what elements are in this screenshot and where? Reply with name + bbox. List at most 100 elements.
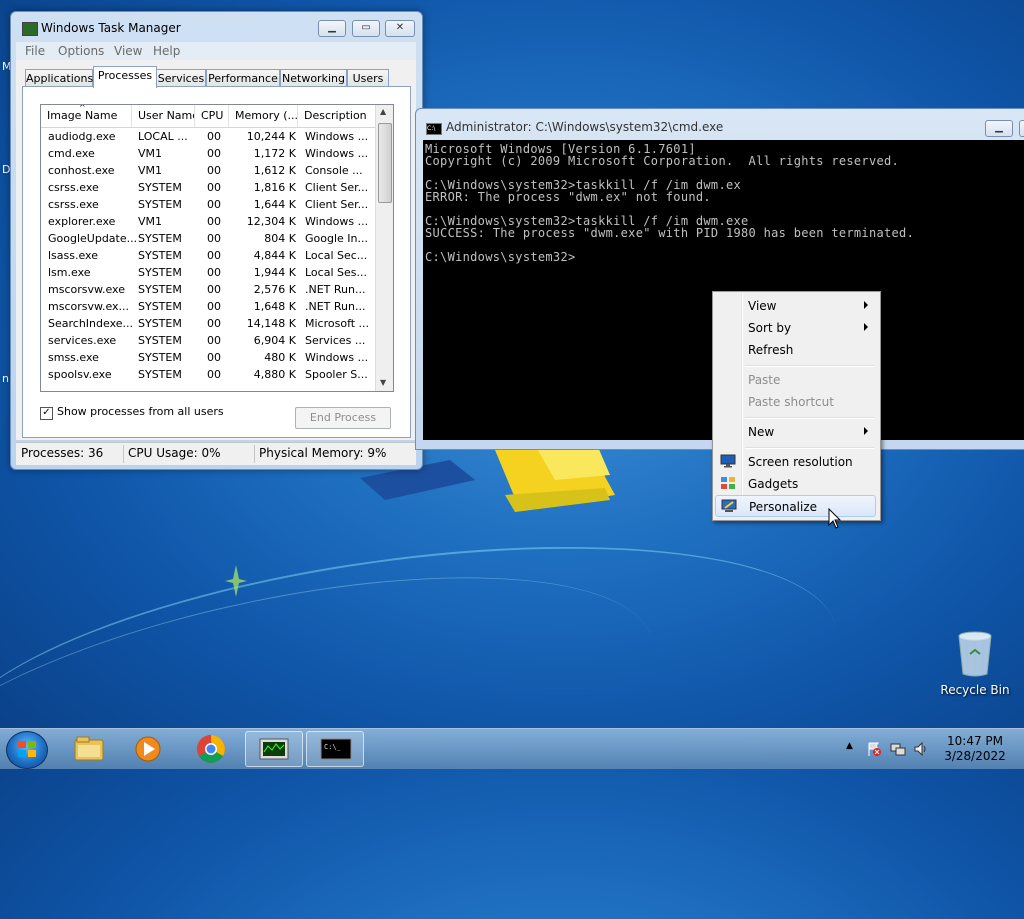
menu-item-sort-by[interactable]: Sort by [715, 317, 876, 339]
column-header-memory[interactable]: Memory (... [229, 105, 298, 127]
cell-memory: 4,844 K [253, 249, 296, 262]
tab-applications[interactable]: Applications [25, 69, 93, 87]
cell-description: Spooler S... [305, 368, 368, 381]
cell-image-name: GoogleUpdate... [48, 232, 136, 245]
column-header-description[interactable]: Description [298, 105, 375, 127]
menu-item-paste-shortcut[interactable]: Paste shortcut [715, 391, 876, 413]
menu-item-refresh[interactable]: Refresh [715, 339, 876, 361]
cell-user-name: VM1 [138, 164, 163, 177]
cell-memory: 1,648 K [253, 300, 296, 313]
tab-processes[interactable]: Processes [93, 66, 157, 88]
menu-item-new[interactable]: New [715, 421, 876, 443]
table-row[interactable]: explorer.exe VM1 00 12,304 K Windows ... [41, 213, 375, 230]
table-row[interactable]: lsm.exe SYSTEM 00 1,944 K Local Ses... [41, 264, 375, 281]
volume-icon[interactable] [913, 741, 929, 757]
cell-user-name: SYSTEM [138, 368, 182, 381]
table-row[interactable]: SearchIndexe... SYSTEM 00 14,148 K Microsoft… [41, 315, 375, 332]
table-row[interactable]: csrss.exe SYSTEM 00 1,644 K Client Ser... [41, 196, 375, 213]
menu-help[interactable]: Help [153, 44, 180, 58]
end-process-button[interactable]: End Process [295, 407, 391, 429]
tab-networking[interactable]: Networking [280, 69, 347, 87]
scroll-down-icon[interactable]: ▼ [380, 378, 386, 387]
cell-cpu: 00 [207, 266, 221, 279]
show-hidden-icons-icon[interactable]: ▲ [846, 741, 853, 751]
task-manager-icon [259, 738, 289, 760]
table-row[interactable]: cmd.exe VM1 00 1,172 K Windows ... [41, 145, 375, 162]
tab-services[interactable]: Services [156, 69, 206, 87]
show-all-users-checkbox[interactable]: ✓ [40, 407, 53, 420]
menu-bar: File Options View Help [16, 42, 416, 60]
sort-arrow-icon: ^ [79, 105, 86, 112]
cell-cpu: 00 [207, 300, 221, 313]
table-row[interactable]: services.exe SYSTEM 00 6,904 K Services ... [41, 332, 375, 349]
cell-user-name: SYSTEM [138, 249, 182, 262]
close-button[interactable]: ✕ [385, 20, 415, 37]
table-row[interactable]: mscorsvw.ex... SYSTEM 00 1,648 K .NET Run... [41, 298, 375, 315]
scroll-up-icon[interactable]: ▲ [380, 107, 386, 116]
cell-cpu: 00 [207, 181, 221, 194]
cell-memory: 1,612 K [253, 164, 296, 177]
cell-description: Console ... [305, 164, 363, 177]
table-row[interactable]: mscorsvw.exe SYSTEM 00 2,576 K .NET Run... [41, 281, 375, 298]
menu-item-paste[interactable]: Paste [715, 369, 876, 391]
column-header-image-name[interactable]: Image Name ^ [41, 105, 132, 127]
menu-item-label: Personalize [749, 500, 818, 514]
taskbar-cmd[interactable]: C:\_ [306, 731, 364, 767]
column-header-cpu[interactable]: CPU [195, 105, 229, 127]
task-manager-icon [22, 22, 38, 36]
table-row[interactable]: smss.exe SYSTEM 00 480 K Windows ... [41, 349, 375, 366]
tab-users[interactable]: Users [347, 69, 389, 87]
taskbar-media-player[interactable] [119, 731, 177, 767]
menu-file[interactable]: File [25, 44, 45, 58]
task-manager-body: Applications Processes Services Performa… [16, 60, 416, 440]
tab-performance[interactable]: Performance [206, 69, 280, 87]
cell-memory: 1,644 K [253, 198, 296, 211]
menu-options[interactable]: Options [58, 44, 104, 58]
menu-item-gadgets[interactable]: Gadgets [715, 473, 876, 495]
taskbar-task-manager[interactable] [245, 731, 303, 767]
table-row[interactable]: audiodg.exe LOCAL ... 00 10,244 K Windows ..… [41, 128, 375, 145]
personalize-icon [721, 499, 737, 512]
windows-explorer-icon [74, 736, 104, 761]
cell-cpu: 00 [207, 232, 221, 245]
recycle-bin-shortcut[interactable]: Recycle Bin [940, 630, 1012, 700]
cell-user-name: SYSTEM [138, 283, 182, 296]
maximize-button[interactable]: ▭ [352, 20, 380, 37]
cell-memory: 1,172 K [253, 147, 296, 160]
minimize-button[interactable]: ▁ [318, 20, 346, 37]
scroll-thumb[interactable] [378, 123, 392, 203]
cell-description: Google In... [305, 232, 368, 245]
system-clock[interactable]: 10:47 PM 3/28/2022 [940, 734, 1010, 764]
network-icon[interactable] [890, 741, 906, 757]
table-row[interactable]: lsass.exe SYSTEM 00 4,844 K Local Sec... [41, 247, 375, 264]
cell-image-name: audiodg.exe [48, 130, 116, 143]
clock-time: 10:47 PM [947, 734, 1003, 748]
cell-description: Windows ... [305, 147, 369, 160]
menu-item-screen-resolution[interactable]: Screen resolution [715, 451, 876, 473]
menu-item-personalize[interactable]: Personalize [715, 495, 876, 517]
menu-item-label: Sort by [748, 321, 792, 335]
cell-memory: 12,304 K [246, 215, 296, 228]
cell-cpu: 00 [207, 164, 221, 177]
maximize-button[interactable]: ▭ [1019, 120, 1024, 137]
cell-user-name: SYSTEM [138, 300, 182, 313]
start-button[interactable] [6, 731, 48, 769]
table-row[interactable]: csrss.exe SYSTEM 00 1,816 K Client Ser... [41, 179, 375, 196]
cell-memory: 4,880 K [253, 368, 296, 381]
column-header-user-name[interactable]: User Name [132, 105, 195, 127]
svg-text:C:\_: C:\_ [324, 743, 342, 751]
table-row[interactable]: spoolsv.exe SYSTEM 00 4,880 K Spooler S... [41, 366, 375, 383]
taskbar-windows-explorer[interactable] [60, 731, 118, 767]
action-center-flag-icon[interactable] [866, 741, 882, 757]
cell-description: .NET Run... [305, 283, 366, 296]
taskbar: C:\_ ▲ 10:47 PM 3/28/2022 [0, 728, 1024, 769]
table-row[interactable]: GoogleUpdate... SYSTEM 00 804 K Google In... [41, 230, 375, 247]
menu-view[interactable]: View [114, 44, 142, 58]
minimize-button[interactable]: ▁ [985, 120, 1013, 137]
menu-item-view[interactable]: View [715, 295, 876, 317]
cmd-icon: C:\ [426, 123, 442, 135]
taskbar-chrome[interactable] [182, 731, 240, 767]
table-row[interactable]: conhost.exe VM1 00 1,612 K Console ... [41, 162, 375, 179]
vertical-scrollbar[interactable]: ▲ ▼ [375, 105, 393, 391]
wallpaper-sparkle [225, 565, 247, 597]
